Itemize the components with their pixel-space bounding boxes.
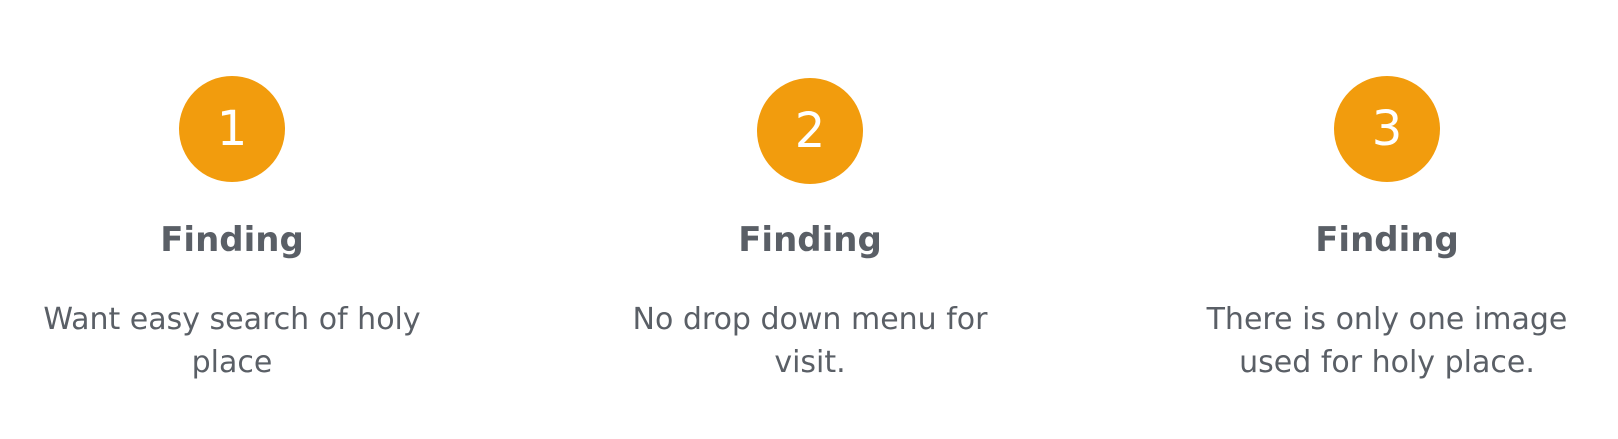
step-number-badge: 3 — [1334, 76, 1440, 182]
step-number-badge: 2 — [757, 78, 863, 184]
step-number: 3 — [1371, 101, 1403, 157]
finding-title: Finding — [738, 220, 882, 260]
finding-title: Finding — [1315, 220, 1459, 260]
finding-card-2: 2 Finding No drop down menu for visit. — [590, 76, 1030, 384]
finding-card-1: 1 Finding Want easy search of holy place — [12, 76, 452, 384]
finding-title: Finding — [160, 220, 304, 260]
finding-description: There is only one image used for holy pl… — [1206, 301, 1568, 380]
finding-description: No drop down menu for visit. — [632, 301, 988, 380]
step-number: 2 — [794, 103, 826, 159]
step-number-badge: 1 — [179, 76, 285, 182]
finding-description: Want easy search of holy place — [43, 301, 421, 380]
step-number: 1 — [216, 101, 248, 157]
findings-section: 1 Finding Want easy search of holy place… — [0, 0, 1618, 439]
finding-card-3: 3 Finding There is only one image used f… — [1167, 76, 1607, 384]
